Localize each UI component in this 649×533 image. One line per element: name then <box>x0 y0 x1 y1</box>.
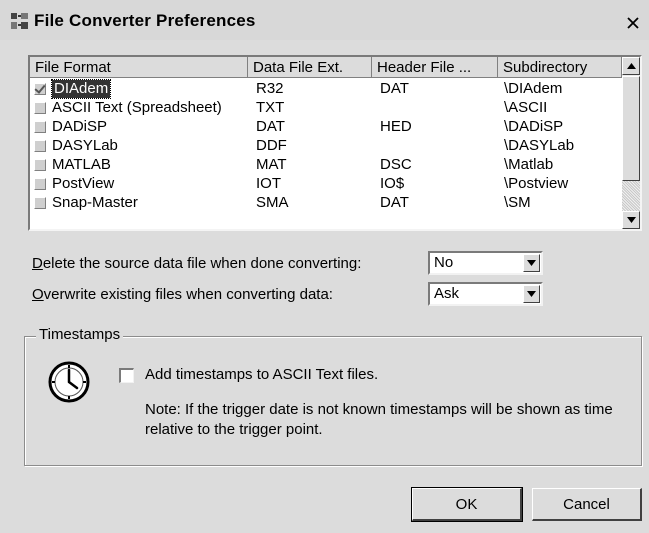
cancel-button-label: Cancel <box>563 495 610 513</box>
row-checkbox[interactable] <box>34 102 46 114</box>
list-item[interactable]: MATLAB MAT DSC \Matlab <box>30 156 622 174</box>
column-header-subdirectory[interactable]: Subdirectory <box>498 57 622 78</box>
cell-data-file-ext: DAT <box>256 118 285 135</box>
cell-data-file-ext: TXT <box>256 99 285 116</box>
scroll-up-button[interactable] <box>622 57 640 75</box>
cell-file-format: DASYLab <box>52 137 118 154</box>
arrow-up-icon <box>626 63 636 69</box>
add-timestamps-checkbox[interactable] <box>119 368 134 383</box>
scroll-thumb[interactable] <box>622 76 640 181</box>
timestamps-note: Note: If the trigger date is not known t… <box>145 401 613 438</box>
overwrite-dropdown-button[interactable] <box>523 285 540 303</box>
cell-data-file-ext: MAT <box>256 156 287 173</box>
cell-subdirectory: \DIAdem <box>504 80 563 97</box>
timestamps-group-title: Timestamps <box>36 326 124 343</box>
vertical-scrollbar[interactable] <box>622 57 640 229</box>
add-timestamps-label[interactable]: Add timestamps to ASCII Text files. <box>145 366 378 383</box>
row-checkbox[interactable] <box>34 159 46 171</box>
cell-header-file-ext: HED <box>380 118 412 135</box>
cell-header-file-ext: DSC <box>380 156 412 173</box>
cell-file-format: ASCII Text (Spreadsheet) <box>52 99 222 116</box>
close-button[interactable] <box>622 13 644 33</box>
window-title: File Converter Preferences <box>34 11 256 30</box>
scroll-down-button[interactable] <box>622 211 640 229</box>
list-item[interactable]: DASYLab DDF \DASYLab <box>30 137 622 155</box>
column-header-header-file[interactable]: Header File ... <box>372 57 498 78</box>
list-item[interactable]: DADiSP DAT HED \DADiSP <box>30 118 622 136</box>
cell-data-file-ext: R32 <box>256 80 284 97</box>
list-item[interactable]: Snap-Master SMA DAT \SM <box>30 194 622 212</box>
row-checkbox[interactable] <box>34 197 46 209</box>
cell-subdirectory: \DADiSP <box>504 118 564 135</box>
list-item[interactable]: PostView IOT IO$ \Postview <box>30 175 622 193</box>
scroll-track[interactable] <box>622 181 640 211</box>
cell-data-file-ext: SMA <box>256 194 289 211</box>
clock-icon <box>48 361 90 403</box>
overwrite-label: Overwrite existing files when converting… <box>32 286 333 303</box>
chevron-down-icon <box>527 291 536 297</box>
cell-subdirectory: \DASYLab <box>504 137 575 154</box>
overwrite-select[interactable]: Ask <box>428 282 543 306</box>
delete-source-value: No <box>434 254 454 271</box>
cell-header-file-ext: DAT <box>380 194 409 211</box>
cell-subdirectory: \ASCII <box>504 99 548 116</box>
cancel-button[interactable]: Cancel <box>532 488 642 521</box>
column-header-data-file-ext[interactable]: Data File Ext. <box>248 57 372 78</box>
list-item[interactable]: DIAdem R32 DAT \DIAdem <box>30 79 622 99</box>
cell-data-file-ext: IOT <box>256 175 281 192</box>
cell-file-format: MATLAB <box>52 156 111 173</box>
title-bar[interactable]: File Converter Preferences <box>0 0 649 40</box>
cell-subdirectory: \SM <box>504 194 531 211</box>
app-icon <box>11 13 28 29</box>
file-format-list[interactable]: File Format Data File Ext. Header File .… <box>28 55 642 231</box>
column-header-file-format[interactable]: File Format <box>30 57 248 78</box>
cell-file-format: PostView <box>52 175 115 192</box>
close-icon <box>627 17 639 29</box>
cell-header-file-ext: IO$ <box>380 175 405 192</box>
row-checkbox[interactable] <box>34 178 46 190</box>
row-checkbox[interactable] <box>34 121 46 133</box>
row-checkbox[interactable] <box>34 140 46 152</box>
delete-source-dropdown-button[interactable] <box>523 254 540 272</box>
cell-file-format: Snap-Master <box>52 194 138 211</box>
ok-button-label: OK <box>455 495 478 513</box>
chevron-down-icon <box>527 260 536 266</box>
cell-header-file-ext: DAT <box>380 80 409 97</box>
cell-subdirectory: \Matlab <box>504 156 554 173</box>
ok-button[interactable]: OK <box>411 487 523 522</box>
row-checkbox[interactable] <box>34 83 46 95</box>
list-item[interactable]: ASCII Text (Spreadsheet) TXT \ASCII <box>30 99 622 117</box>
overwrite-value: Ask <box>434 285 460 302</box>
list-header: File Format Data File Ext. Header File .… <box>30 57 622 80</box>
delete-source-label: Delete the source data file when done co… <box>32 255 362 272</box>
cell-subdirectory: \Postview <box>504 175 569 192</box>
cell-file-format: DADiSP <box>52 118 108 135</box>
preferences-dialog: File Converter Preferences File Format D… <box>0 0 649 533</box>
cell-file-format: DIAdem <box>50 79 112 99</box>
arrow-down-icon <box>626 217 636 223</box>
cell-data-file-ext: DDF <box>256 137 287 154</box>
delete-source-select[interactable]: No <box>428 251 543 275</box>
